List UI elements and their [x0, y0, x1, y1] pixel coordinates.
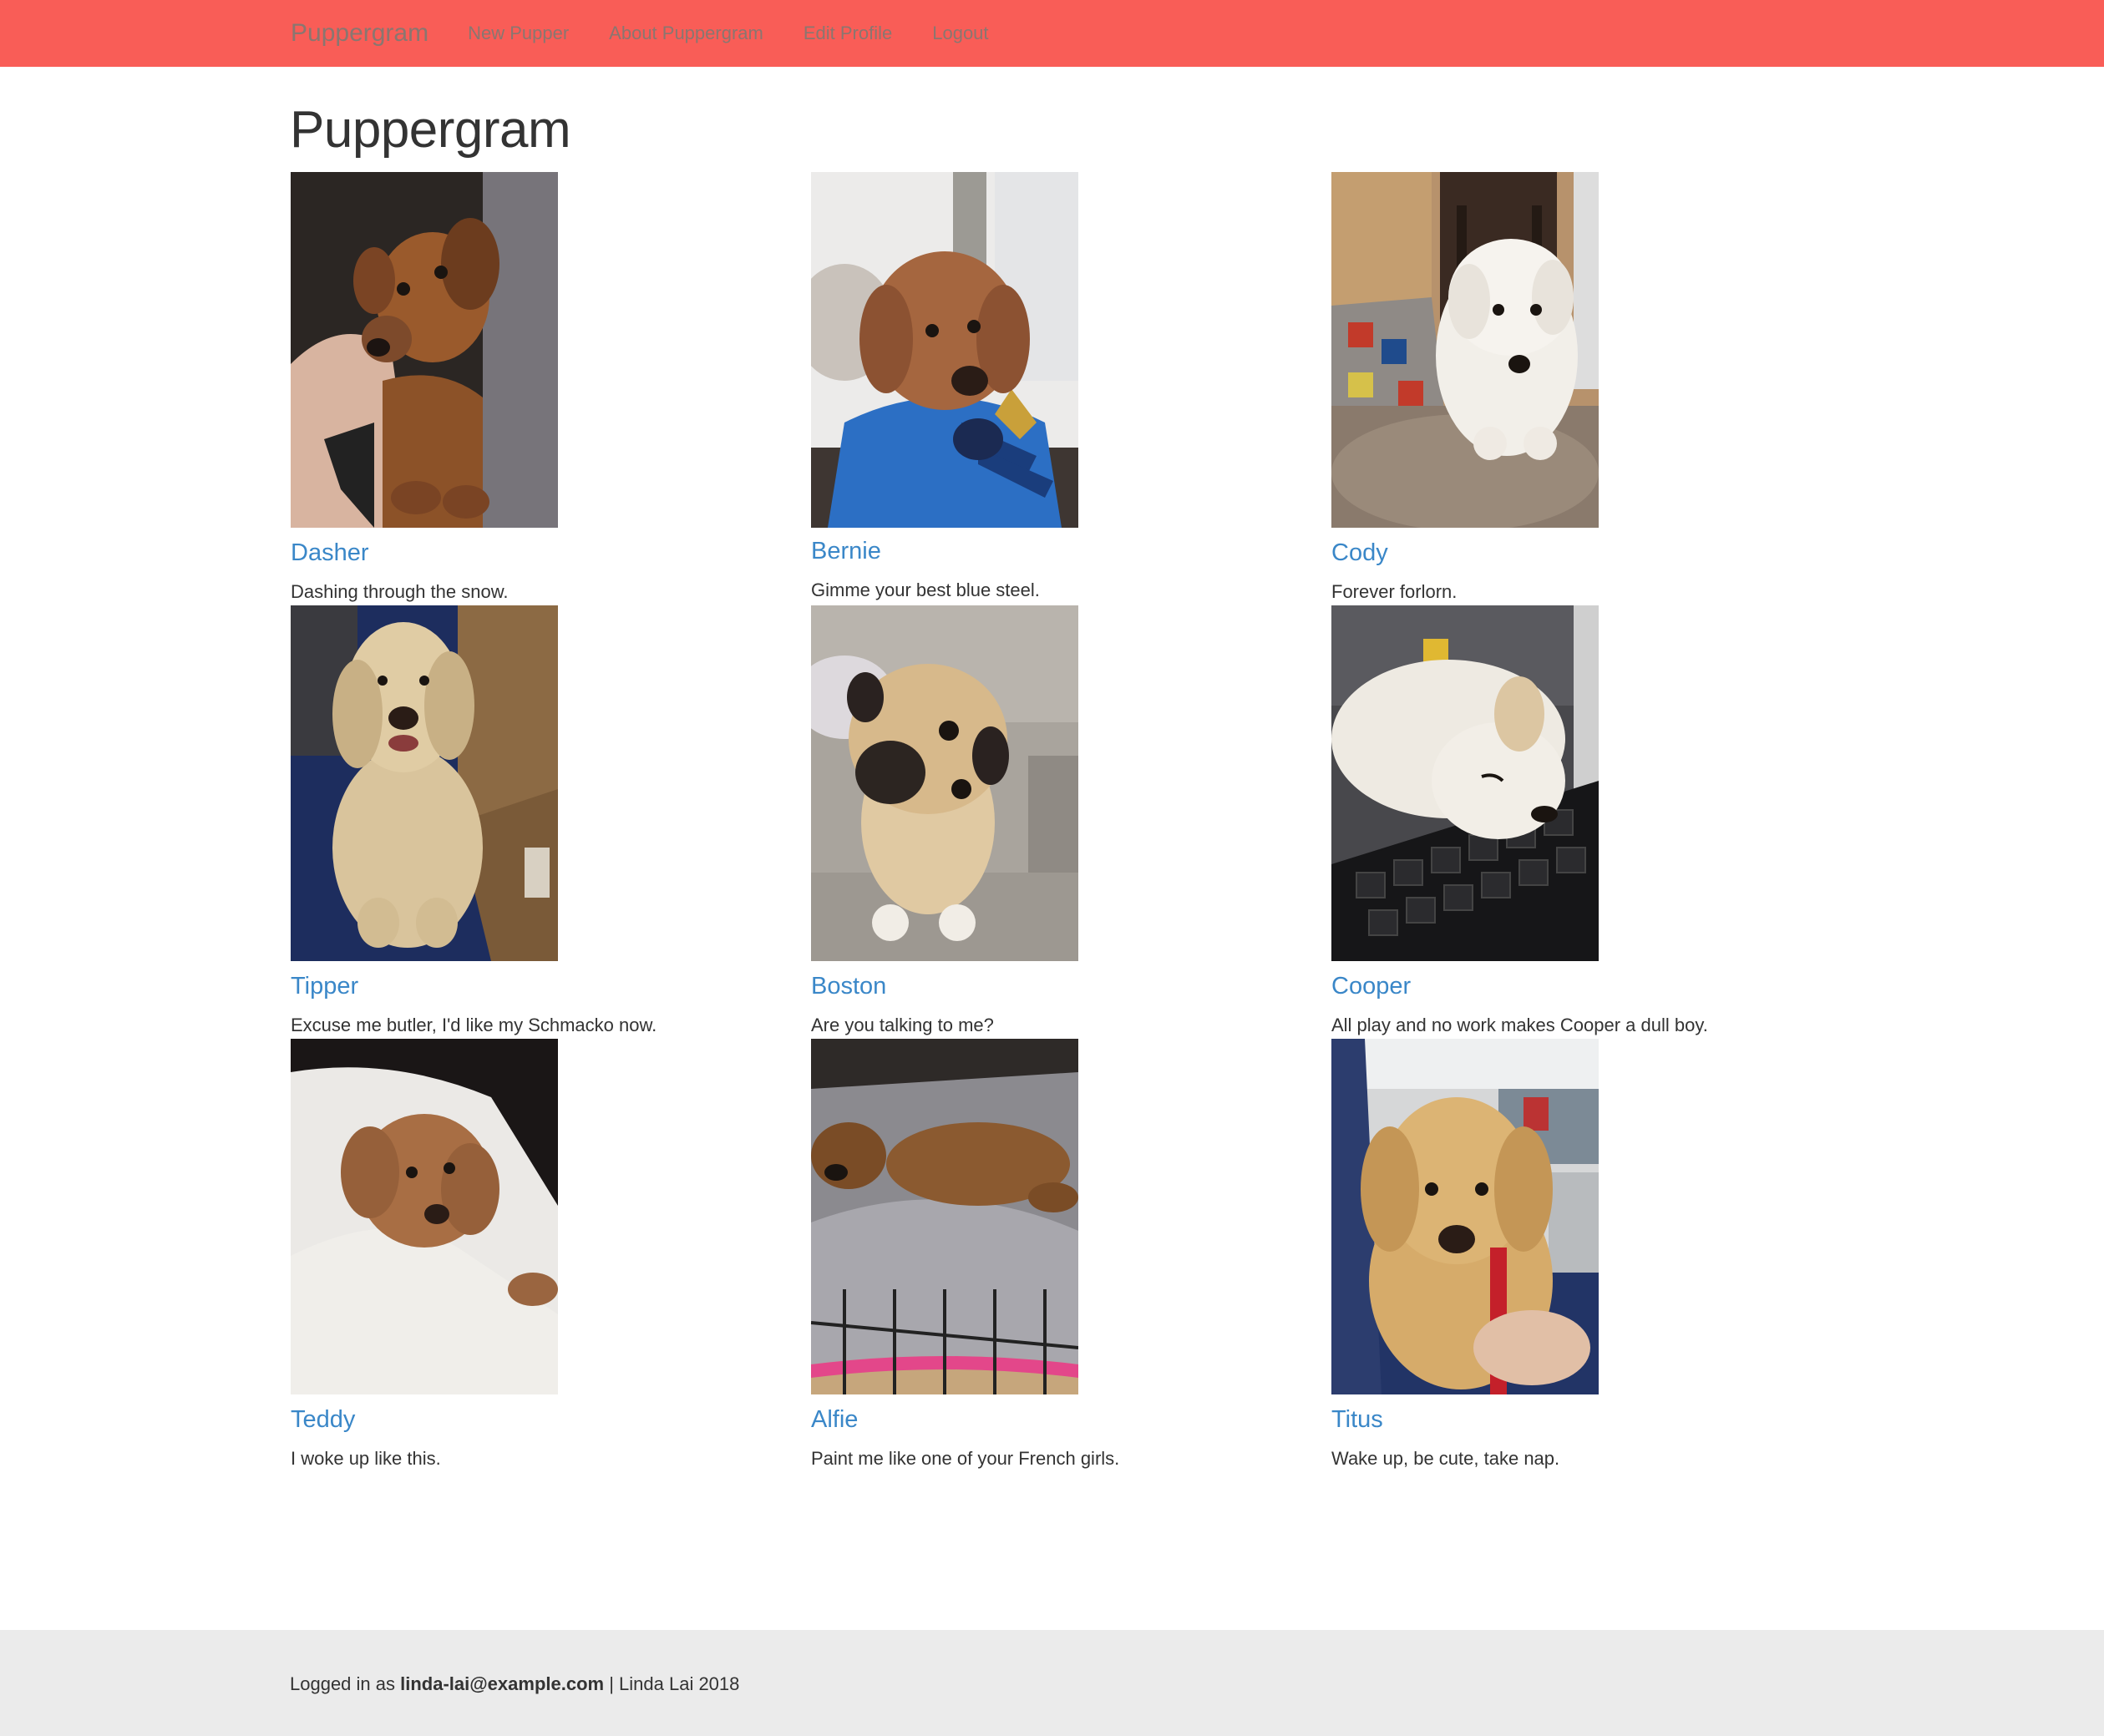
pupper-name-link[interactable]: Cody: [1331, 539, 1388, 567]
pupper-photo[interactable]: [291, 605, 558, 961]
pupper-photo[interactable]: [291, 172, 558, 528]
pupper-caption: Are you talking to me?: [811, 1015, 994, 1035]
pupper-name-link[interactable]: Cooper: [1331, 973, 1411, 1000]
nav-logout[interactable]: Logout: [932, 23, 988, 44]
pupper-photo[interactable]: [1331, 1039, 1599, 1394]
footer-suffix: | Linda Lai 2018: [604, 1673, 740, 1694]
pupper-name-link[interactable]: Tipper: [291, 973, 358, 1000]
pupper-name-link[interactable]: Alfie: [811, 1406, 858, 1434]
pupper-photo[interactable]: [811, 172, 1078, 528]
pupper-photo[interactable]: [811, 605, 1078, 961]
pupper-name-link[interactable]: Bernie: [811, 538, 881, 565]
pupper-caption: Dashing through the snow.: [291, 581, 509, 602]
pupper-name-link[interactable]: Dasher: [291, 539, 369, 567]
pupper-photo[interactable]: [1331, 605, 1599, 961]
page-title: Puppergram: [290, 101, 571, 159]
pupper-caption: Paint me like one of your French girls.: [811, 1448, 1120, 1469]
footer-user-email: linda-lai@example.com: [400, 1673, 605, 1694]
nav-new-pupper[interactable]: New Pupper: [468, 23, 569, 44]
pupper-caption: Forever forlorn.: [1331, 581, 1458, 602]
pupper-photo[interactable]: [1331, 172, 1599, 528]
pupper-photo[interactable]: [811, 1039, 1078, 1394]
brand-link[interactable]: Puppergram: [291, 19, 428, 48]
pupper-caption: All play and no work makes Cooper a dull…: [1331, 1015, 1708, 1035]
footer-prefix: Logged in as: [290, 1673, 401, 1694]
pupper-caption: I woke up like this.: [291, 1448, 441, 1469]
footer: Logged in as linda-lai@example.com | Lin…: [0, 1630, 2104, 1736]
navbar: Puppergram New Pupper About Puppergram E…: [0, 0, 2104, 67]
pupper-name-link[interactable]: Titus: [1331, 1406, 1383, 1434]
footer-login-info: Logged in as linda-lai@example.com | Lin…: [290, 1673, 739, 1695]
pupper-caption: Excuse me butler, I'd like my Schmacko n…: [291, 1015, 657, 1035]
nav-edit-profile[interactable]: Edit Profile: [804, 23, 892, 44]
pupper-caption: Wake up, be cute, take nap.: [1331, 1448, 1560, 1469]
nav-about[interactable]: About Puppergram: [609, 23, 763, 44]
pupper-photo[interactable]: [291, 1039, 558, 1394]
pupper-name-link[interactable]: Teddy: [291, 1406, 355, 1434]
pupper-name-link[interactable]: Boston: [811, 973, 886, 1000]
navbar-inner: Puppergram New Pupper About Puppergram E…: [291, 0, 1029, 67]
pupper-caption: Gimme your best blue steel.: [811, 580, 1040, 600]
